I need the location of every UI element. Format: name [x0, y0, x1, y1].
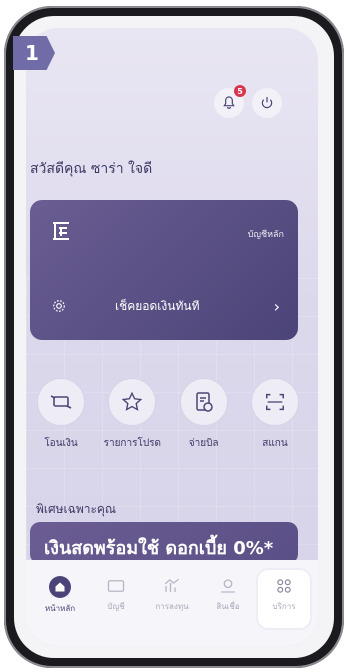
power-icon — [261, 97, 273, 109]
bank-logo-icon — [53, 222, 69, 240]
tab-loans[interactable]: สินเชื่อ — [202, 576, 254, 628]
bell-icon — [223, 96, 235, 109]
home-icon — [49, 576, 71, 598]
step-badge: 1 — [13, 36, 55, 70]
tab-bar-container: หน้าหลัก บัญชี การลงทุน สินเชื่อ บริการ — [26, 560, 318, 646]
wallet-icon — [106, 576, 126, 596]
quick-action-scan[interactable]: สแกน — [242, 378, 308, 451]
services-icon — [274, 576, 294, 596]
quick-action-pay-bill[interactable]: จ่ายบิล — [171, 378, 237, 451]
gear-icon — [53, 300, 65, 312]
tab-label: การลงทุน — [155, 602, 189, 611]
chevron-right-icon: › — [273, 296, 280, 316]
favorites-button[interactable] — [108, 378, 157, 426]
quick-action-label: โอนเงิน — [44, 438, 78, 449]
greeting-text: สวัสดีคุณ ซาร่า ใจดี — [30, 161, 153, 177]
quick-action-label: จ่ายบิล — [188, 438, 219, 449]
check-balance-label: เช็คยอดเงินทันที — [115, 298, 200, 313]
transfer-icon — [50, 395, 72, 409]
step-number: 1 — [25, 41, 39, 65]
loan-icon — [218, 576, 238, 596]
scan-icon — [266, 393, 284, 411]
notification-button[interactable]: 5 — [214, 85, 246, 118]
tab-label: บัญชี — [107, 602, 125, 611]
tab-home[interactable]: หน้าหลัก — [34, 576, 86, 628]
star-icon — [122, 391, 143, 411]
tab-label: หน้าหลัก — [44, 604, 76, 613]
quick-actions: โอนเงิน รายการโปรด จ่ายบิล สแกน — [28, 378, 308, 451]
special-offers-title: พิเศษเฉพาะคุณ — [36, 502, 117, 516]
tab-accounts[interactable]: บัญชี — [90, 576, 142, 628]
quick-action-transfer[interactable]: โอนเงิน — [28, 378, 94, 451]
pay-bill-button[interactable] — [179, 378, 228, 426]
quick-action-label: รายการโปรด — [103, 438, 162, 449]
quick-action-favorites[interactable]: รายการโปรด — [99, 378, 165, 451]
notification-count-badge: 5 — [234, 85, 246, 97]
account-card[interactable]: บัญชีหลัก เช็คยอดเงินทันที › — [30, 200, 298, 340]
logout-button[interactable] — [252, 88, 282, 118]
tab-bar: หน้าหลัก บัญชี การลงทุน สินเชื่อ บริการ — [26, 560, 318, 646]
bill-icon — [195, 392, 213, 412]
promo-text: เงินสดพร้อมใช้ ดอกเบี้ย 0%* — [44, 538, 274, 559]
tab-label: สินเชื่อ — [216, 602, 240, 611]
promo-banner[interactable]: เงินสดพร้อมใช้ ดอกเบี้ย 0%* — [30, 522, 298, 564]
quick-action-label: สแกน — [262, 438, 288, 449]
tab-investment[interactable]: การลงทุน — [146, 576, 198, 628]
check-balance-row[interactable]: เช็คยอดเงินทันที › — [30, 280, 298, 332]
transfer-button[interactable] — [37, 378, 85, 426]
tab-services[interactable]: บริการ — [258, 570, 310, 628]
investment-icon — [162, 576, 182, 596]
tab-label: บริการ — [272, 602, 296, 611]
account-type-label: บัญชีหลัก — [247, 230, 284, 240]
scan-button[interactable] — [250, 378, 299, 426]
